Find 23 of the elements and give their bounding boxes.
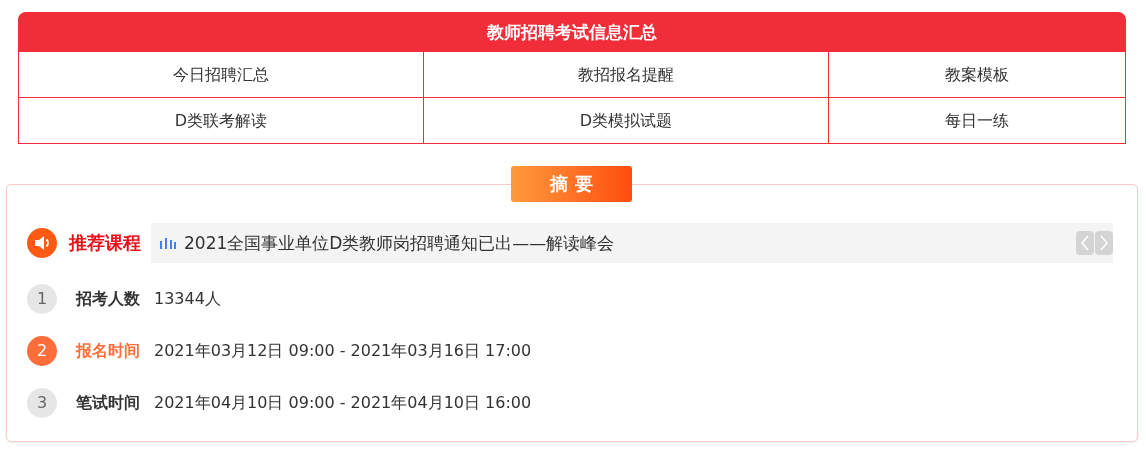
audio-bars-icon [159,237,177,249]
link-cell[interactable]: 教案模板 [829,52,1126,98]
link-cell[interactable]: 每日一练 [829,98,1126,144]
link-cell[interactable]: 教招报名提醒 [424,52,829,98]
speaker-icon [27,228,57,258]
recommend-label: 推荐课程 [69,231,141,255]
item-value: 13344人 [154,288,221,310]
previous-button[interactable] [1076,231,1094,255]
link-cell[interactable]: D类联考解读 [19,98,424,144]
step-number: 2 [27,336,57,366]
item-label: 招考人数 [76,288,140,310]
section-badge: 摘 要 [511,166,632,202]
link-cell[interactable]: D类模拟试题 [424,98,829,144]
header-title: 教师招聘考试信息汇总 [18,12,1126,52]
link-cell[interactable]: 今日招聘汇总 [19,52,424,98]
course-link[interactable]: 2021全国事业单位D类教师岗招聘通知已出——解读峰会 [184,231,615,255]
step-number: 1 [27,284,57,314]
next-button[interactable] [1095,231,1113,255]
item-label: 笔试时间 [76,392,140,414]
item-label: 报名时间 [76,340,140,362]
item-value: 2021年03月12日 09:00 - 2021年03月16日 17:00 [154,340,532,362]
item-value: 2021年04月10日 09:00 - 2021年04月10日 16:00 [154,392,532,414]
step-number: 3 [27,388,57,418]
